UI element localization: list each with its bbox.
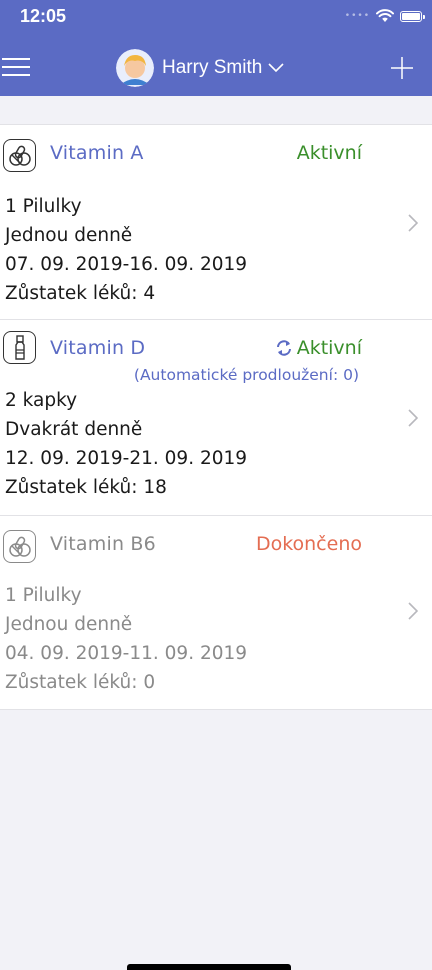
medication-card[interactable]: Vitamin B6 Dokončeno 1 Pilulky Jednou de… bbox=[0, 516, 432, 710]
status-badge: Aktivní bbox=[275, 337, 362, 362]
chevron-right-icon bbox=[408, 602, 418, 620]
dose: 1 Pilulky bbox=[5, 585, 82, 606]
remaining-count: Zůstatek léků: 4 bbox=[5, 283, 156, 304]
avatar bbox=[116, 49, 154, 87]
dropper-bottle-icon bbox=[3, 331, 36, 364]
signal-icon: •••• bbox=[344, 11, 370, 21]
status-badge: Aktivní bbox=[296, 142, 362, 164]
user-name: Harry Smith bbox=[162, 57, 263, 78]
medication-name: Vitamin B6 bbox=[50, 533, 156, 555]
medication-name: Vitamin D bbox=[50, 337, 146, 359]
chevron-right-icon bbox=[408, 214, 418, 232]
status-badge: Dokončeno bbox=[255, 533, 362, 555]
medication-list: Vitamin A Aktivní 1 Pilulky Jednou denně… bbox=[0, 124, 432, 710]
dose: 2 kapky bbox=[5, 390, 78, 411]
frequency: Jednou denně bbox=[5, 614, 133, 635]
dose: 1 Pilulky bbox=[5, 196, 82, 217]
auto-renew-icon bbox=[276, 340, 291, 356]
hamburger-menu-icon[interactable] bbox=[2, 56, 30, 78]
nav-bar: Harry Smith bbox=[0, 44, 432, 96]
add-medication-button[interactable] bbox=[390, 56, 414, 80]
status-bar: 12:05 •••• bbox=[0, 0, 432, 36]
home-indicator bbox=[127, 964, 291, 970]
wifi-icon bbox=[376, 9, 394, 22]
medication-details: 1 Pilulky Jednou denně 04. 09. 2019-11. … bbox=[5, 581, 247, 697]
frequency: Dvakrát denně bbox=[5, 419, 143, 440]
medication-card[interactable]: Vitamin A Aktivní 1 Pilulky Jednou denně… bbox=[0, 124, 432, 320]
medication-details: 1 Pilulky Jednou denně 07. 09. 2019-16. … bbox=[5, 192, 247, 308]
remaining-count: Zůstatek léků: 18 bbox=[5, 477, 167, 498]
chevron-down-icon bbox=[268, 63, 284, 73]
status-label: Aktivní bbox=[296, 337, 362, 359]
pills-icon bbox=[3, 530, 36, 563]
pills-icon bbox=[3, 139, 36, 172]
battery-icon bbox=[400, 10, 425, 22]
medication-name: Vitamin A bbox=[50, 142, 144, 164]
medication-card[interactable]: Vitamin D Aktivní (Automatické prodlouže… bbox=[0, 320, 432, 516]
period: 04. 09. 2019-11. 09. 2019 bbox=[5, 643, 248, 664]
medication-details: 2 kapky Dvakrát denně 12. 09. 2019-21. 0… bbox=[5, 386, 247, 502]
remaining-count: Zůstatek léků: 0 bbox=[5, 672, 156, 693]
frequency: Jednou denně bbox=[5, 225, 133, 246]
status-icons: •••• bbox=[344, 9, 425, 23]
status-time: 12:05 bbox=[20, 6, 67, 26]
user-switcher[interactable]: Harry Smith bbox=[116, 48, 284, 88]
chevron-right-icon bbox=[408, 409, 418, 427]
auto-extension-label: (Automatické prodloužení: 0) bbox=[133, 366, 359, 384]
period: 12. 09. 2019-21. 09. 2019 bbox=[5, 448, 248, 469]
period: 07. 09. 2019-16. 09. 2019 bbox=[5, 254, 248, 275]
app-header: 12:05 •••• Harry Smith bbox=[0, 0, 432, 96]
